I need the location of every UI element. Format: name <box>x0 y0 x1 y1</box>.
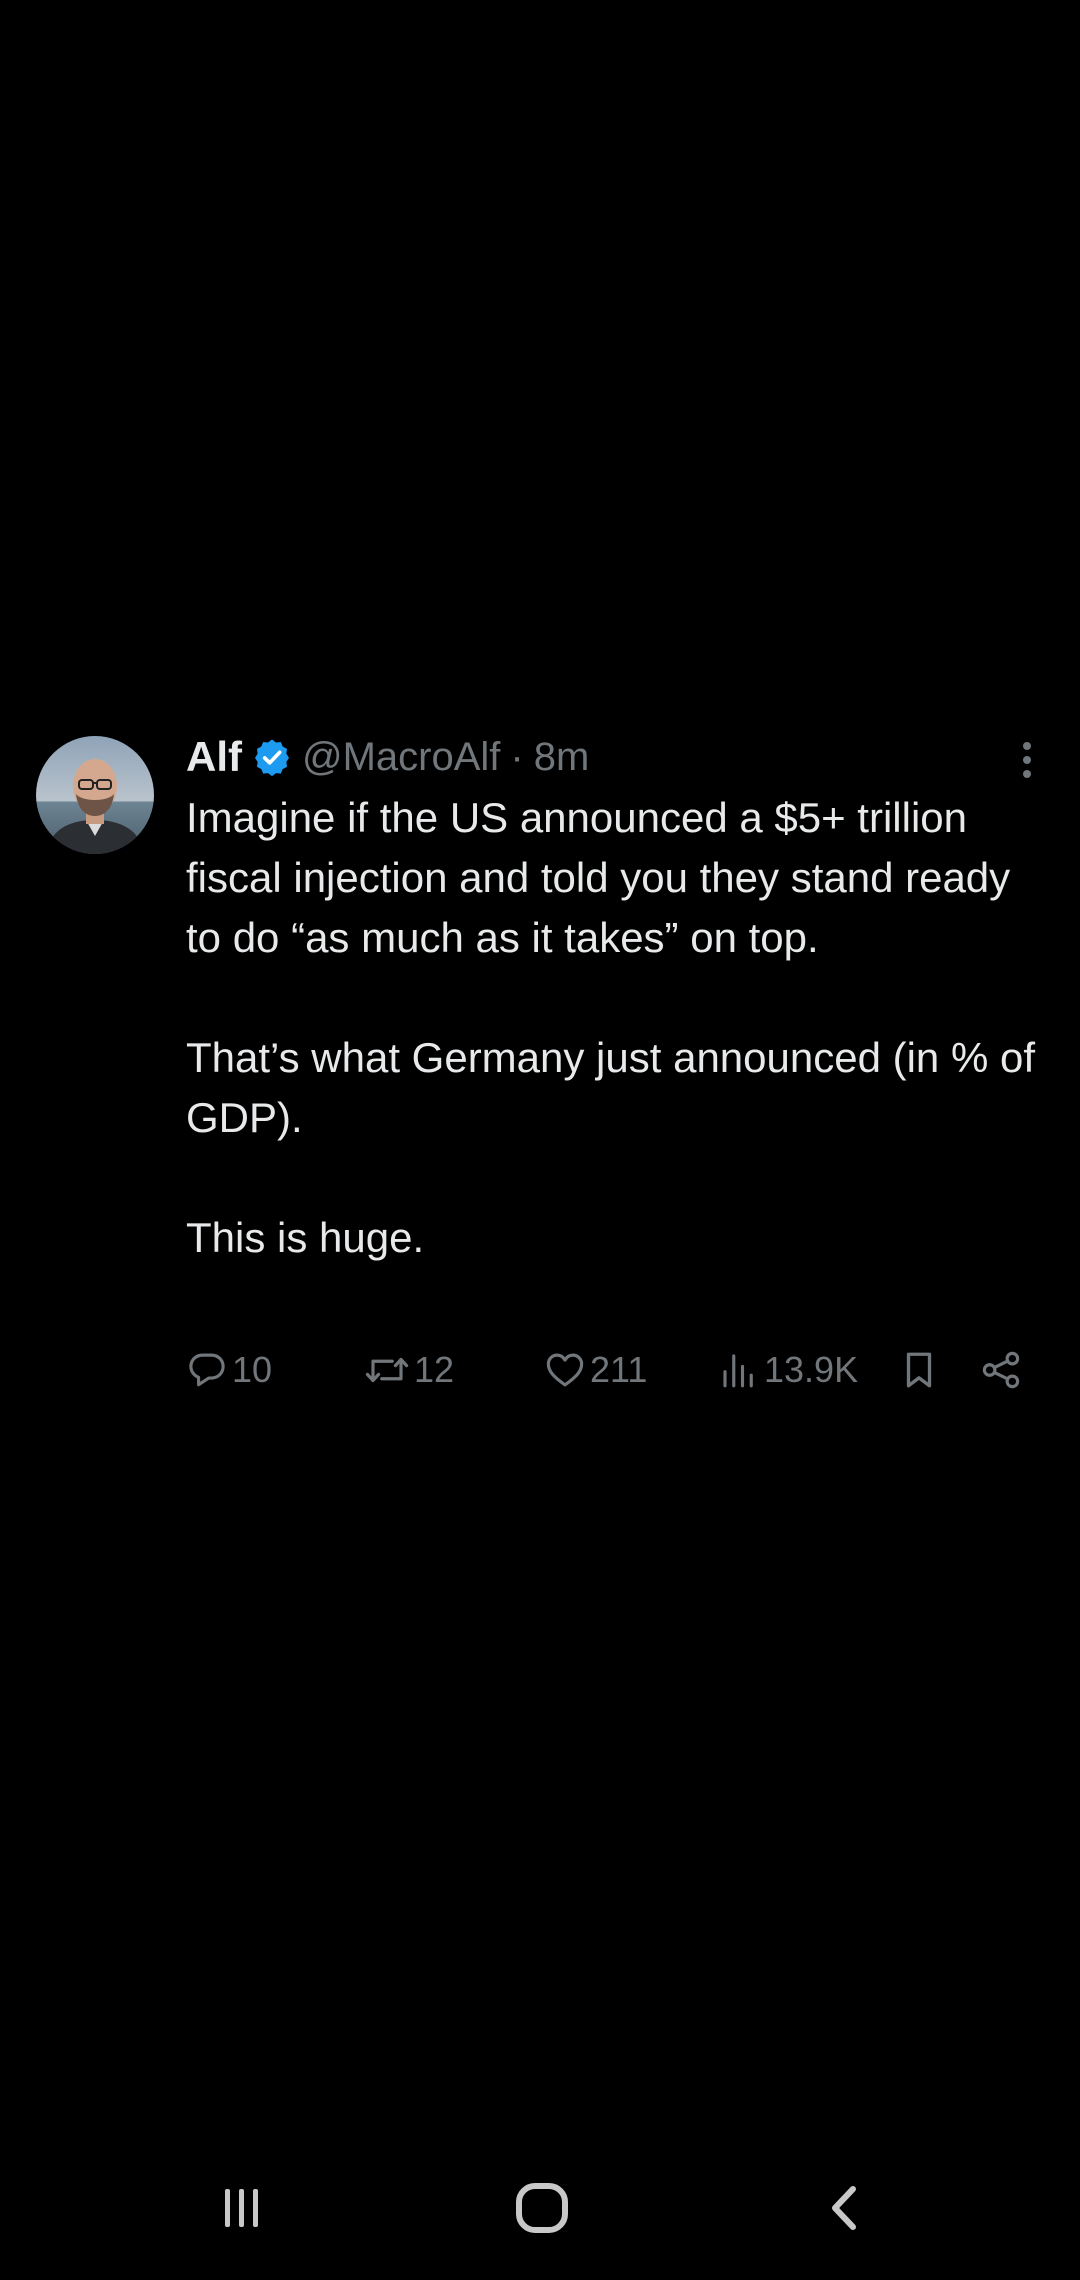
view-count: 13.9K <box>764 1349 859 1390</box>
repost-button[interactable]: 12 <box>364 1342 454 1398</box>
tweet[interactable]: Alf @MacroAlf · 8m Imagine if the US ann… <box>0 730 1080 1410</box>
back-button[interactable] <box>786 2160 906 2260</box>
tweet-paragraph: Imagine if the US announced a $5+ trilli… <box>186 794 1011 961</box>
tweet-timestamp[interactable]: 8m <box>534 735 590 780</box>
tweet-paragraph: That’s what Germany just announced (in %… <box>186 1034 1036 1141</box>
bar-chart-icon <box>718 1349 760 1391</box>
author-handle[interactable]: @MacroAlf <box>302 735 500 780</box>
comment-bubble-icon <box>186 1349 228 1391</box>
back-icon <box>821 2183 871 2238</box>
home-button[interactable] <box>482 2160 602 2260</box>
recent-apps-icon <box>217 2183 267 2238</box>
repost-count: 12 <box>414 1349 455 1390</box>
heart-icon <box>544 1349 586 1391</box>
tweet-text: Imagine if the US announced a $5+ trilli… <box>186 788 1036 1268</box>
tweet-header: Alf @MacroAlf · 8m <box>186 730 1036 784</box>
recent-apps-button[interactable] <box>182 2160 302 2260</box>
like-count: 211 <box>590 1349 648 1390</box>
vertical-dots-icon[interactable] <box>1012 738 1042 782</box>
system-navigation-bar <box>0 2160 1080 2280</box>
avatar-photo <box>36 736 154 854</box>
reply-button[interactable]: 10 <box>186 1342 272 1398</box>
meta-separator: · <box>510 734 524 779</box>
repost-arrows-icon <box>364 1349 410 1391</box>
tweet-actions: 10 12 211 13.9K <box>186 1342 1026 1398</box>
tweet-body: Alf @MacroAlf · 8m Imagine if the US ann… <box>186 730 1036 1268</box>
verified-badge-icon[interactable] <box>252 737 292 777</box>
share-button[interactable] <box>980 1342 1022 1398</box>
tweet-paragraph: This is huge. <box>186 1214 425 1261</box>
views-button[interactable]: 13.9K <box>718 1342 858 1398</box>
bookmark-button[interactable] <box>898 1342 940 1398</box>
avatar[interactable] <box>36 736 154 854</box>
reply-count: 10 <box>232 1349 273 1390</box>
share-icon <box>980 1349 1022 1391</box>
bookmark-icon <box>898 1349 940 1391</box>
like-button[interactable]: 211 <box>544 1342 647 1398</box>
home-icon <box>514 2180 570 2241</box>
display-name[interactable]: Alf <box>186 733 242 781</box>
